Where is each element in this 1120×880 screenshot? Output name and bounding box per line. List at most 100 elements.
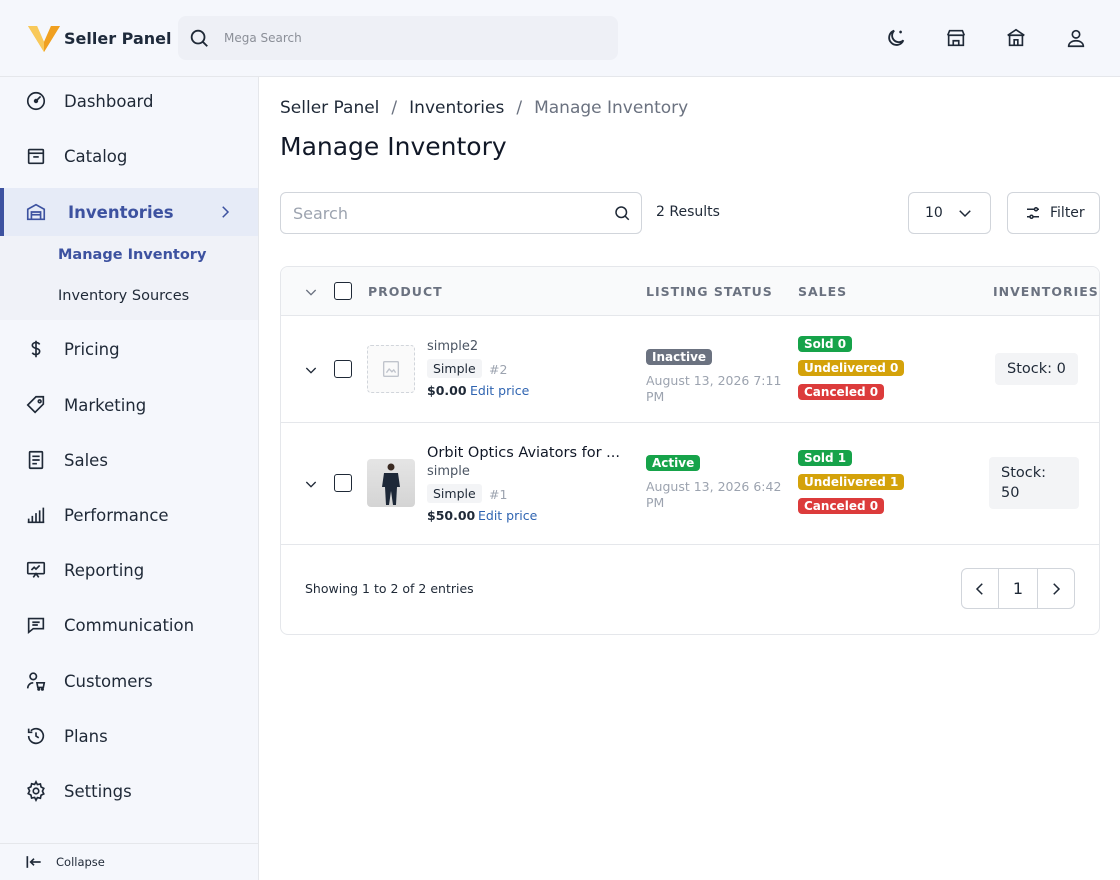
gear-icon bbox=[24, 779, 48, 803]
product-price: $0.00 bbox=[427, 383, 467, 398]
next-page-button[interactable] bbox=[1038, 569, 1074, 608]
search-box[interactable] bbox=[280, 192, 642, 234]
moon-icon[interactable] bbox=[884, 26, 908, 50]
breadcrumb-root[interactable]: Seller Panel bbox=[280, 98, 379, 118]
receipt-icon bbox=[24, 448, 48, 472]
chevron-down-icon[interactable] bbox=[303, 362, 319, 378]
stock-badge: Stock: 0 bbox=[995, 353, 1078, 385]
row-checkbox[interactable] bbox=[334, 360, 352, 378]
history-icon bbox=[24, 724, 48, 748]
product-type-badge: Simple bbox=[427, 359, 482, 378]
sidebar-item-label: Performance bbox=[64, 505, 169, 525]
product-id: #2 bbox=[489, 362, 508, 377]
product-name[interactable]: simple2 bbox=[427, 339, 478, 354]
breadcrumb-parent[interactable]: Inventories bbox=[409, 98, 504, 118]
product-type-badge: Simple bbox=[427, 484, 482, 503]
page-number-button[interactable]: 1 bbox=[998, 569, 1038, 608]
breadcrumb-separator: / bbox=[391, 98, 398, 118]
main-content: Seller Panel / Inventories / Manage Inve… bbox=[260, 78, 1120, 880]
sidebar-item-plans[interactable]: Plans bbox=[0, 712, 258, 760]
search-input[interactable] bbox=[293, 203, 593, 223]
brand[interactable]: Seller Panel bbox=[28, 22, 171, 54]
dashboard-icon bbox=[24, 89, 48, 113]
header-product[interactable]: PRODUCT bbox=[368, 284, 443, 299]
user-icon[interactable] bbox=[1064, 26, 1088, 50]
sub-item-inventory-sources[interactable]: Inventory Sources bbox=[58, 288, 189, 304]
page-title: Manage Inventory bbox=[280, 132, 507, 161]
pagination-summary: Showing 1 to 2 of 2 entries bbox=[305, 581, 474, 596]
per-page-value: 10 bbox=[925, 205, 943, 221]
chevron-right-icon bbox=[1053, 582, 1060, 595]
sidebar-item-sales[interactable]: Sales bbox=[0, 436, 258, 484]
edit-price-link[interactable]: Edit price bbox=[470, 383, 529, 398]
table-row: simple2 Simple #2 $0.00 Edit price Inact… bbox=[281, 316, 1099, 423]
sidebar-item-label: Catalog bbox=[64, 146, 128, 166]
chevron-down-icon[interactable] bbox=[303, 476, 319, 492]
sidebar-item-label: Sales bbox=[64, 450, 108, 470]
dollar-icon bbox=[24, 337, 48, 361]
chevron-right-icon bbox=[222, 206, 230, 218]
filter-label: Filter bbox=[1050, 205, 1085, 221]
search-icon[interactable] bbox=[613, 204, 631, 222]
mega-search[interactable] bbox=[178, 16, 618, 60]
customers-icon bbox=[24, 669, 48, 693]
product-image[interactable] bbox=[367, 459, 415, 507]
sidebar-item-reporting[interactable]: Reporting bbox=[0, 546, 258, 594]
sidebar-item-label: Settings bbox=[64, 781, 132, 801]
product-name[interactable]: Orbit Optics Aviators for ... bbox=[427, 445, 627, 461]
chevron-down-icon bbox=[959, 210, 971, 218]
stock-badge: Stock: 50 bbox=[989, 457, 1079, 509]
table-row: Orbit Optics Aviators for ... simple Sim… bbox=[281, 423, 1099, 545]
per-page-select[interactable]: 10 bbox=[908, 192, 991, 234]
sidebar-item-dashboard[interactable]: Dashboard bbox=[0, 77, 258, 125]
header-inventories[interactable]: INVENTORIES bbox=[993, 284, 1099, 299]
sub-item-manage-inventory[interactable]: Manage Inventory bbox=[58, 247, 206, 263]
row-checkbox[interactable] bbox=[334, 474, 352, 492]
shop-icon[interactable] bbox=[1004, 26, 1028, 50]
status-badge: Inactive bbox=[646, 349, 713, 365]
breadcrumb: Seller Panel / Inventories / Manage Inve… bbox=[280, 98, 688, 118]
header-listing-status[interactable]: LISTING STATUS bbox=[646, 284, 773, 299]
sidebar-item-label: Reporting bbox=[64, 560, 145, 580]
sidebar-item-inventories[interactable]: Inventories bbox=[0, 188, 258, 236]
image-placeholder-icon bbox=[382, 360, 400, 378]
mega-search-input[interactable] bbox=[224, 31, 604, 45]
sidebar-item-label: Marketing bbox=[64, 395, 147, 415]
sidebar-item-customers[interactable]: Customers bbox=[0, 657, 258, 705]
collapse-icon bbox=[26, 856, 41, 868]
prev-page-button[interactable] bbox=[962, 569, 998, 608]
top-header: Seller Panel bbox=[0, 0, 1120, 77]
sidebar-item-settings[interactable]: Settings bbox=[0, 767, 258, 815]
undelivered-badge: Undelivered 1 bbox=[798, 474, 905, 490]
product-price: $50.00 bbox=[427, 508, 476, 523]
collapse-button[interactable]: Collapse bbox=[0, 843, 258, 880]
brand-logo-icon bbox=[28, 26, 60, 52]
sidebar-item-label: Inventories bbox=[68, 202, 174, 222]
product-image-placeholder[interactable] bbox=[367, 345, 415, 393]
select-all-checkbox[interactable] bbox=[334, 282, 352, 300]
edit-price-link[interactable]: Edit price bbox=[478, 508, 537, 523]
product-photo-icon bbox=[382, 463, 400, 505]
sidebar-item-pricing[interactable]: Pricing bbox=[0, 325, 258, 373]
header-sales[interactable]: SALES bbox=[798, 284, 847, 299]
sidebar-item-catalog[interactable]: Catalog bbox=[0, 132, 258, 180]
breadcrumb-separator: / bbox=[516, 98, 523, 118]
canceled-badge: Canceled 0 bbox=[798, 384, 885, 400]
collapse-label: Collapse bbox=[56, 855, 105, 869]
store-icon[interactable] bbox=[944, 26, 968, 50]
sidebar-item-label: Dashboard bbox=[64, 91, 154, 111]
sidebar-item-marketing[interactable]: Marketing bbox=[0, 381, 258, 429]
table-header: PRODUCT LISTING STATUS SALES INVENTORIES bbox=[281, 267, 1099, 316]
sidebar-item-communication[interactable]: Communication bbox=[0, 601, 258, 649]
chevron-down-icon[interactable] bbox=[303, 284, 319, 300]
sidebar-item-label: Communication bbox=[64, 615, 195, 635]
tag-icon bbox=[24, 393, 48, 417]
brand-name: Seller Panel bbox=[64, 28, 172, 48]
sidebar-item-label: Plans bbox=[64, 726, 108, 746]
warehouse-icon bbox=[24, 200, 48, 224]
sidebar-item-performance[interactable]: Performance bbox=[0, 491, 258, 539]
listing-date: August 13, 2026 7:11 PM bbox=[646, 373, 782, 404]
filter-button[interactable]: Filter bbox=[1007, 192, 1100, 234]
inventories-submenu: Manage Inventory Inventory Sources bbox=[0, 236, 258, 320]
product-id: #1 bbox=[489, 487, 508, 502]
